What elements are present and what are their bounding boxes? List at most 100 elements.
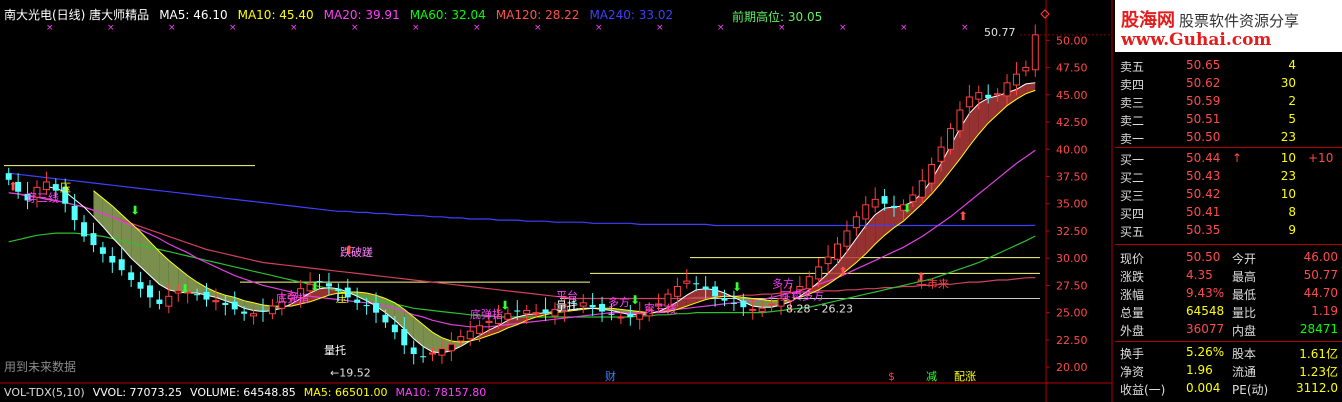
candle-body-up [994, 93, 1002, 96]
buy-row-3: 买三 50.42 10 [1118, 187, 1340, 205]
sell-arrow-icon: ⬇ [902, 201, 912, 215]
candle-body-up [447, 343, 455, 352]
candle-body-up [504, 313, 512, 320]
y-tick-label: 22.50 [1056, 334, 1088, 347]
ma-label-2: MA20: 39.91 [323, 8, 400, 22]
signal-x-mark: × [534, 23, 542, 33]
quote-value-2: 1.61亿 [1299, 347, 1338, 361]
signal-x-mark: × [168, 23, 176, 33]
chart-annotation: 底弹指 [470, 307, 503, 321]
buy-price: 50.35 [1186, 223, 1221, 237]
candle-body-up [862, 204, 870, 220]
buy-arrow: ↑ [1232, 151, 1243, 165]
quote-value-2: 44.70 [1303, 286, 1338, 300]
buy-arrow-icon: ⬆ [958, 209, 968, 223]
sell-price: 50.50 [1186, 130, 1221, 144]
ma-label-0: MA5: 46.10 [159, 8, 228, 22]
price-low-label: ←19.52 [330, 366, 371, 379]
candle-body-up [965, 96, 973, 108]
signal-x-mark: × [290, 23, 298, 33]
sell-volume: 23 [1280, 130, 1296, 144]
stock-title: 南大光电(日线) 唐大师精品 [4, 8, 150, 22]
candle-body-down [410, 347, 417, 355]
candle-body-up [683, 280, 691, 284]
quote-row-4: 外盘 36077 内盘 28471 [1118, 322, 1340, 340]
candle-body-down [203, 291, 210, 300]
signal-x-mark: × [839, 23, 847, 33]
y-tick-label: 20.00 [1056, 361, 1088, 374]
candle-body-down [382, 314, 389, 323]
signal-x-mark: × [351, 23, 359, 33]
ma-label-5: MA240: 33.02 [589, 8, 674, 22]
chart-annotation: 压 [60, 182, 71, 195]
quote-row-2: 涨幅 9.43% 最低 44.70 [1118, 286, 1340, 304]
quote-value: 9.43% [1186, 286, 1225, 300]
candle-body-down [81, 222, 88, 237]
quote-row-3: 总量 64548 量比 1.19 [1118, 304, 1340, 322]
candle-body-down [354, 299, 361, 303]
price-high-label: 50.77 [984, 26, 1016, 39]
candle-body-up [212, 300, 220, 303]
volume-indicator-name[interactable]: VOL-TDX(5,10) [4, 386, 85, 399]
buy-label: 买二 [1120, 171, 1145, 185]
candle-body-up [758, 307, 766, 313]
candle-body-up [250, 313, 258, 317]
bottom-event-marker: 财 [605, 369, 616, 383]
candle-body-up [1022, 67, 1030, 72]
buy-price: 50.42 [1186, 187, 1221, 201]
candle-body-down [589, 305, 596, 308]
candle-body-down [241, 311, 248, 314]
buy-volume: 8 [1288, 205, 1296, 219]
sell-arrow-icon: ⬇ [500, 298, 510, 312]
buy-price: 50.43 [1186, 169, 1221, 183]
candle-body-up [805, 276, 813, 290]
candle-body-down [391, 324, 398, 333]
candle-body-down [146, 285, 153, 298]
candle-body-up [834, 243, 842, 260]
divider [1115, 341, 1342, 342]
candle-body-up [466, 330, 474, 340]
candle-body-up [824, 256, 832, 265]
bottom-event-marker: 配涨 [954, 370, 976, 383]
candle-body-up [523, 309, 531, 315]
candle-body-up [673, 286, 681, 297]
sell-price: 50.51 [1186, 112, 1221, 126]
chart-annotation: 买卖多方 [780, 289, 824, 303]
quote-row-0: 现价 50.50 今开 46.00 [1118, 250, 1340, 268]
quote-row-7: 收益(一) 0.004 PE(动) 3112.0 [1118, 381, 1340, 399]
sell-row-5: 卖五 50.65 4 [1118, 58, 1340, 76]
candle-body-up [485, 320, 493, 323]
sell-arrow-icon: ⬇ [180, 282, 190, 296]
candle-body-down [99, 247, 106, 254]
quote-label: 涨幅 [1120, 288, 1145, 302]
quote-label-2: 今开 [1232, 252, 1257, 266]
candle-body-down [420, 356, 427, 358]
y-tick-label: 50.00 [1056, 34, 1088, 47]
sell-label: 卖一 [1120, 132, 1145, 146]
signal-x-mark: × [900, 23, 908, 33]
sell-volume: 30 [1280, 76, 1296, 90]
signal-x-mark: × [595, 23, 603, 33]
quote-label-2: 股本 [1232, 347, 1257, 361]
candle-body-up [579, 302, 587, 307]
buy-arrow-icon: ⬆ [8, 180, 18, 194]
site-logo[interactable]: 股海网 股票软件资源分享 www.Guhai.com [1115, 0, 1342, 52]
y-tick-label: 45.00 [1056, 89, 1088, 102]
candle-body-up [956, 109, 964, 132]
candle-body-down [514, 310, 521, 312]
volume-values: VVOL: 77073.25 VOLUME: 64548.85 MA5: 66501… [93, 386, 495, 399]
y-tick-label: 25.00 [1056, 307, 1088, 320]
sell-label: 卖五 [1120, 60, 1145, 74]
y-tick-label: 42.50 [1056, 116, 1088, 129]
buy-volume: 23 [1280, 169, 1296, 183]
candle-body-up [1031, 34, 1039, 71]
candle-body-up [476, 325, 484, 334]
candle-body-down [52, 184, 59, 191]
quote-value: 36077 [1186, 322, 1225, 336]
logo-brand: 股海网 [1121, 10, 1175, 31]
candle-body-up [165, 295, 173, 307]
quote-value-2: 1.19 [1311, 304, 1338, 318]
sell-volume: 5 [1288, 112, 1296, 126]
candle-body-up [937, 146, 945, 162]
buy-row-5: 买五 50.35 9 [1118, 223, 1340, 241]
